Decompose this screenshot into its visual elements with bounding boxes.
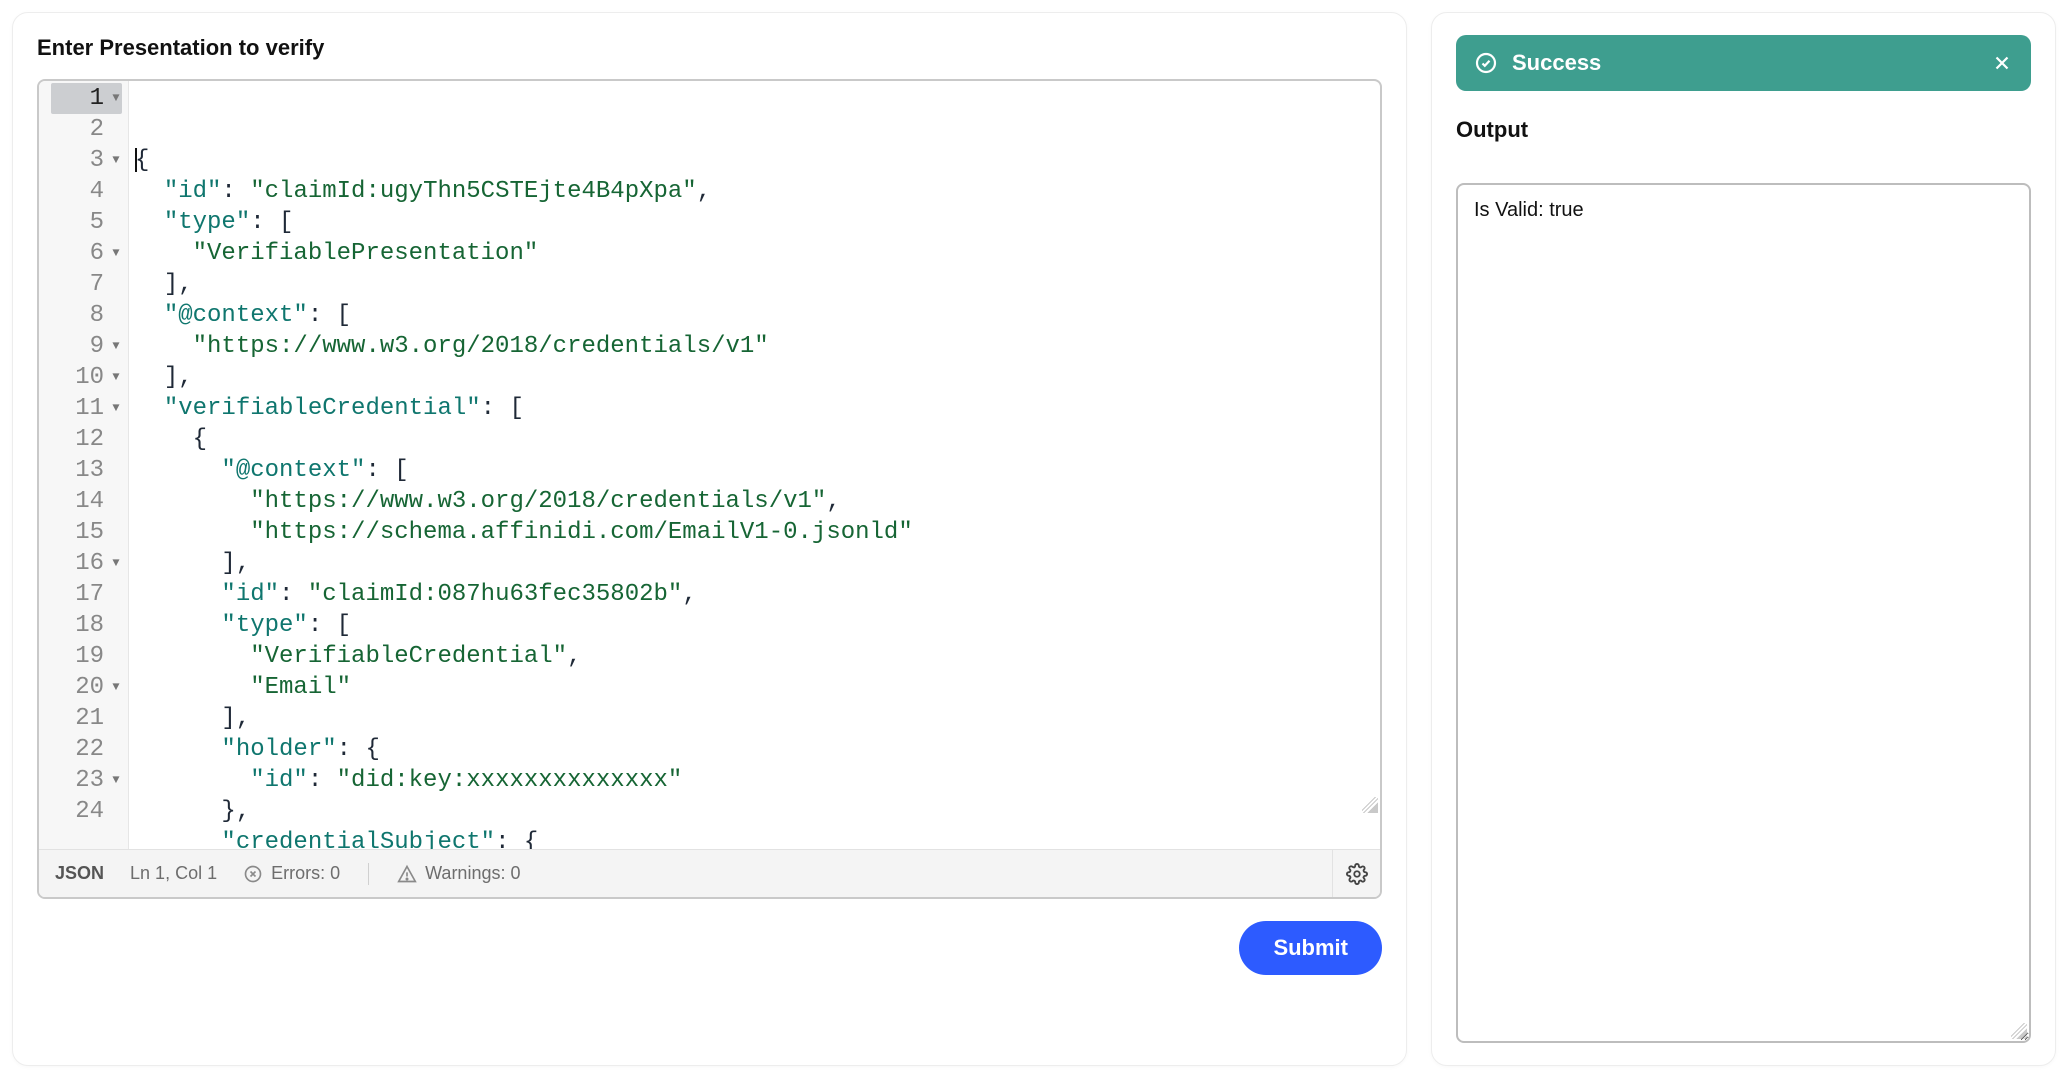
errors-count[interactable]: Errors: 0 xyxy=(243,863,340,884)
fold-toggle-icon xyxy=(110,589,122,601)
fold-toggle-icon xyxy=(110,620,122,632)
gear-icon xyxy=(1346,863,1368,885)
output-text: Is Valid: true xyxy=(1474,199,1584,221)
error-icon xyxy=(243,864,263,884)
banner-label: Success xyxy=(1512,50,1601,76)
fold-toggle-icon xyxy=(110,465,122,477)
warnings-count[interactable]: Warnings: 0 xyxy=(397,863,520,884)
cursor-position: Ln 1, Col 1 xyxy=(130,863,217,884)
fold-toggle-icon[interactable]: ▼ xyxy=(110,403,122,415)
fold-toggle-icon xyxy=(110,527,122,539)
editor-statusbar: JSON Ln 1, Col 1 Errors: 0 Warnings: 0 xyxy=(39,849,1380,897)
json-editor[interactable]: 1▼23▼456▼789▼10▼11▼1213141516▼17181920▼2… xyxy=(37,79,1382,899)
editor-mode: JSON xyxy=(55,863,104,884)
fold-toggle-icon[interactable]: ▼ xyxy=(110,155,122,167)
fold-toggle-icon xyxy=(110,124,122,136)
check-circle-icon xyxy=(1474,51,1498,75)
editor-settings-button[interactable] xyxy=(1332,850,1380,898)
fold-toggle-icon[interactable]: ▼ xyxy=(110,682,122,694)
fold-toggle-icon[interactable]: ▼ xyxy=(110,372,122,384)
editor-area[interactable]: 1▼23▼456▼789▼10▼11▼1213141516▼17181920▼2… xyxy=(39,81,1380,849)
fold-toggle-icon xyxy=(110,496,122,508)
fold-toggle-icon xyxy=(110,310,122,322)
submit-button[interactable]: Submit xyxy=(1239,921,1382,975)
fold-toggle-icon xyxy=(110,744,122,756)
fold-toggle-icon xyxy=(110,434,122,446)
editor-gutter[interactable]: 1▼23▼456▼789▼10▼11▼1213141516▼17181920▼2… xyxy=(39,81,129,849)
fold-toggle-icon xyxy=(110,651,122,663)
output-panel: Success Output Is Valid: true xyxy=(1431,12,2056,1066)
fold-toggle-icon[interactable]: ▼ xyxy=(110,775,122,787)
fold-toggle-icon[interactable]: ▼ xyxy=(110,558,122,570)
input-panel: Enter Presentation to verify 1▼23▼456▼78… xyxy=(12,12,1407,1066)
resize-handle-icon[interactable] xyxy=(2011,1023,2027,1039)
fold-toggle-icon xyxy=(110,217,122,229)
fold-toggle-icon[interactable]: ▼ xyxy=(110,93,122,105)
input-panel-title: Enter Presentation to verify xyxy=(37,35,1382,61)
resize-handle-icon[interactable] xyxy=(1362,797,1378,813)
fold-toggle-icon xyxy=(110,713,122,725)
success-banner: Success xyxy=(1456,35,2031,91)
editor-code[interactable]: { "id": "claimId:ugyThn5CSTEjte4B4pXpa",… xyxy=(129,81,1380,849)
fold-toggle-icon[interactable]: ▼ xyxy=(110,248,122,260)
fold-toggle-icon xyxy=(110,186,122,198)
output-textarea[interactable]: Is Valid: true xyxy=(1456,183,2031,1043)
close-icon[interactable] xyxy=(1991,52,2013,74)
fold-toggle-icon xyxy=(110,279,122,291)
fold-toggle-icon[interactable]: ▼ xyxy=(110,341,122,353)
fold-toggle-icon xyxy=(110,806,122,818)
warning-icon xyxy=(397,864,417,884)
output-title: Output xyxy=(1456,117,2031,143)
statusbar-divider xyxy=(368,863,369,885)
